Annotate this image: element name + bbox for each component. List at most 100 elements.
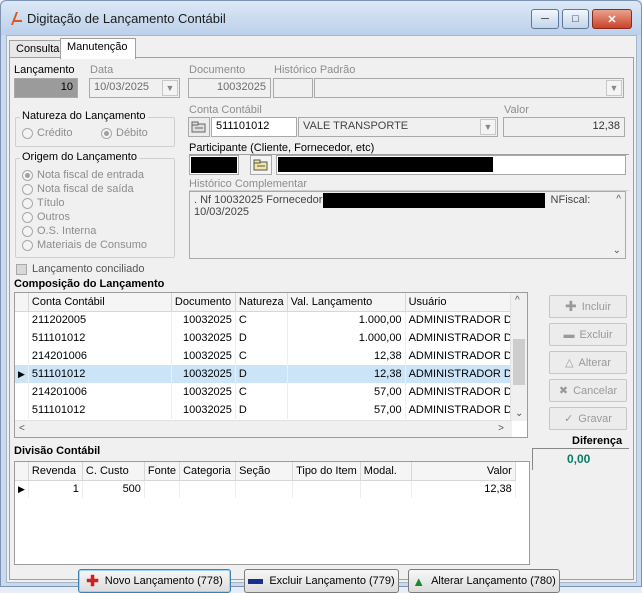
textarea-scroll-down-icon[interactable]: ⌄: [613, 245, 621, 256]
cell-modal[interactable]: [360, 480, 412, 498]
scroll-right-icon[interactable]: >: [498, 423, 504, 434]
cell-valor[interactable]: 12,38: [411, 480, 516, 498]
cell-tipo-item[interactable]: [292, 480, 361, 498]
col-valor[interactable]: Valor: [411, 462, 516, 481]
cell-val-lancamento[interactable]: 12,38: [287, 347, 406, 365]
textarea-scroll-up-icon[interactable]: ^: [616, 194, 621, 205]
origem-outros-radio[interactable]: [22, 212, 33, 223]
cell-conta-contabil[interactable]: 214201006: [28, 383, 172, 401]
cell-usuario[interactable]: ADMINISTRADOR DC: [405, 311, 524, 329]
cell-conta-contabil[interactable]: 511101012: [28, 329, 172, 347]
cell-categoria[interactable]: [179, 480, 237, 498]
cell-fonte[interactable]: [144, 480, 181, 498]
col-modal[interactable]: Modal.: [360, 462, 412, 481]
cell-documento[interactable]: 10032025: [171, 365, 236, 383]
col-categoria[interactable]: Categoria: [179, 462, 237, 481]
participante-lookup-button[interactable]: [250, 155, 272, 175]
incluir-button[interactable]: ✚ Incluir: [549, 295, 627, 318]
excluir-button[interactable]: ▬ Excluir: [549, 323, 627, 346]
table-row[interactable]: 214201006 10032025 C 12,38 ADMINISTRADOR DC: [15, 347, 524, 365]
natureza-debito-radio[interactable]: [101, 128, 112, 139]
composicao-hscroll[interactable]: < >: [15, 420, 512, 437]
cell-documento[interactable]: 10032025: [171, 383, 236, 401]
historico-padrao-combo[interactable]: ▼: [314, 78, 624, 98]
cell-conta-contabil[interactable]: 511101012: [28, 365, 172, 383]
table-row[interactable]: ▶ 1 500 12,38: [15, 480, 516, 498]
table-row[interactable]: 511101012 10032025 D 57,00 ADMINISTRADOR DC: [15, 401, 524, 419]
cell-documento[interactable]: 10032025: [171, 401, 236, 419]
cell-usuario[interactable]: ADMINISTRADOR DC: [405, 365, 524, 383]
data-field[interactable]: 10/03/2025 ▼: [89, 78, 180, 98]
table-row[interactable]: 511101012 10032025 D 1.000,00 ADMINISTRADOR …: [15, 329, 524, 347]
composicao-vscroll[interactable]: ^ ⌄: [510, 293, 527, 421]
cell-documento[interactable]: 10032025: [171, 347, 236, 365]
cell-revenda[interactable]: 1: [28, 480, 83, 498]
historico-padrao-dropdown-button[interactable]: ▼: [606, 80, 622, 96]
historico-padrao-code-field[interactable]: [273, 78, 313, 98]
data-dropdown-button[interactable]: ▼: [162, 80, 178, 96]
scroll-up-icon[interactable]: ^: [515, 295, 520, 306]
col-ccusto[interactable]: C. Custo: [82, 462, 145, 481]
cell-conta-contabil[interactable]: 214201006: [28, 347, 172, 365]
col-tipo-item[interactable]: Tipo do Item: [292, 462, 361, 481]
table-row[interactable]: ▶ 511101012 10032025 D 12,38 ADMINISTRADOR DC: [15, 365, 524, 383]
cell-natureza[interactable]: D: [235, 365, 288, 383]
cell-usuario[interactable]: ADMINISTRADOR DC: [405, 347, 524, 365]
col-revenda[interactable]: Revenda: [28, 462, 83, 481]
cell-natureza[interactable]: D: [235, 401, 288, 419]
col-fonte[interactable]: Fonte: [144, 462, 181, 481]
col-val-lancamento[interactable]: Val. Lançamento: [287, 293, 406, 312]
table-row[interactable]: 214201006 10032025 C 57,00 ADMINISTRADOR DC: [15, 383, 524, 401]
conta-contabil-dropdown-button[interactable]: ▼: [480, 119, 496, 135]
origem-os-interna-radio[interactable]: [22, 226, 33, 237]
col-natureza[interactable]: Natureza: [235, 293, 288, 312]
valor-field[interactable]: 12,38: [503, 117, 625, 137]
cancelar-button[interactable]: ✖ Cancelar: [549, 379, 627, 402]
conta-contabil-code-field[interactable]: 511101012: [211, 117, 297, 137]
minimize-button[interactable]: ─: [531, 9, 559, 29]
cell-natureza[interactable]: C: [235, 347, 288, 365]
cell-usuario[interactable]: ADMINISTRADOR DC: [405, 383, 524, 401]
cell-conta-contabil[interactable]: 211202005: [28, 311, 172, 329]
alterar-lancamento-button[interactable]: ▲ Alterar Lançamento (780): [408, 569, 560, 593]
cell-val-lancamento[interactable]: 12,38: [287, 365, 406, 383]
conta-contabil-lookup-button[interactable]: [188, 117, 210, 137]
documento-field[interactable]: 10032025: [188, 78, 271, 98]
cell-usuario[interactable]: ADMINISTRADOR DC: [405, 401, 524, 419]
table-row[interactable]: 211202005 10032025 C 1.000,00 ADMINISTRADOR …: [15, 311, 524, 329]
origem-nf-saida-radio[interactable]: [22, 184, 33, 195]
scroll-down-icon[interactable]: ⌄: [515, 408, 523, 419]
cell-secao[interactable]: [235, 480, 294, 498]
origem-nf-entrada-radio[interactable]: [22, 170, 33, 181]
col-secao[interactable]: Seção: [235, 462, 294, 481]
scroll-left-icon[interactable]: <: [19, 423, 25, 434]
cell-natureza[interactable]: C: [235, 311, 288, 329]
col-conta-contabil[interactable]: Conta Contábil: [28, 293, 172, 312]
cell-usuario[interactable]: ADMINISTRADOR DC: [405, 329, 524, 347]
cell-conta-contabil[interactable]: 511101012: [28, 401, 172, 419]
scroll-thumb[interactable]: [513, 339, 525, 385]
excluir-lancamento-button[interactable]: Excluir Lançamento (779): [244, 569, 399, 593]
gravar-button[interactable]: ✓ Gravar: [549, 407, 627, 430]
novo-lancamento-button[interactable]: ✚ Novo Lançamento (778): [78, 569, 231, 593]
cell-ccusto[interactable]: 500: [82, 480, 145, 498]
origem-materiais-radio[interactable]: [22, 240, 33, 251]
cell-val-lancamento[interactable]: 1.000,00: [287, 329, 406, 347]
conciliado-checkbox[interactable]: [16, 264, 27, 275]
origem-titulo-radio[interactable]: [22, 198, 33, 209]
lancamento-field[interactable]: 10: [14, 78, 78, 98]
cell-documento[interactable]: 10032025: [171, 311, 236, 329]
tab-manutencao[interactable]: Manutenção: [60, 38, 136, 59]
cell-documento[interactable]: 10032025: [171, 329, 236, 347]
col-usuario[interactable]: Usuário: [405, 293, 524, 312]
cell-val-lancamento[interactable]: 57,00: [287, 383, 406, 401]
tab-consulta[interactable]: Consulta: [9, 40, 61, 58]
cell-natureza[interactable]: C: [235, 383, 288, 401]
conta-contabil-desc-combo[interactable]: VALE TRANSPORTE ▼: [298, 117, 498, 137]
close-button[interactable]: ✕: [592, 9, 632, 29]
maximize-button[interactable]: □: [562, 9, 589, 29]
cell-natureza[interactable]: D: [235, 329, 288, 347]
col-documento[interactable]: Documento: [171, 293, 236, 312]
cell-val-lancamento[interactable]: 1.000,00: [287, 311, 406, 329]
alterar-button[interactable]: △ Alterar: [549, 351, 627, 374]
